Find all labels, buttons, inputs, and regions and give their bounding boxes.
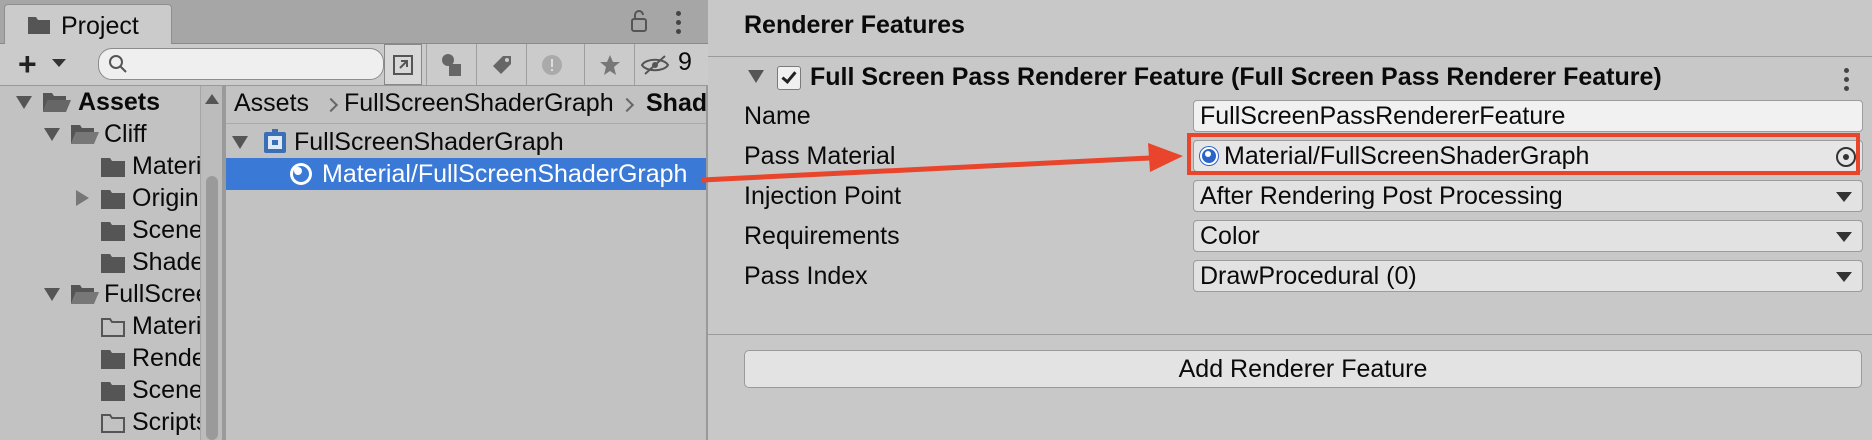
shader-graph-icon: [264, 129, 286, 153]
eye-hidden-icon: [640, 54, 669, 75]
breadcrumb-item[interactable]: FullScreenShaderGraph: [344, 89, 614, 118]
tree-item-label: Renderers: [132, 344, 200, 372]
folder-icon: [101, 190, 125, 209]
project-tab-bar: Project: [0, 0, 708, 44]
folder-open-icon: [43, 93, 71, 112]
folder-icon: [101, 158, 125, 177]
material-icon: [290, 163, 312, 185]
tree-item-label: FullScreen: [104, 280, 200, 308]
empty-folder-icon: [101, 318, 125, 337]
divider: [708, 56, 1872, 57]
requirements-value: Color: [1200, 222, 1260, 250]
asset-list-pane: Assets FullScreenShaderGraph Shad FullSc…: [226, 86, 706, 440]
lock-icon[interactable]: [630, 9, 648, 33]
injection-point-value: After Rendering Post Processing: [1200, 182, 1563, 210]
annotation-highlight-box: [1187, 133, 1860, 175]
folder-icon: [28, 17, 50, 34]
empty-folder-icon: [101, 414, 125, 433]
search-icon: [109, 55, 127, 73]
breadcrumb-item[interactable]: Shad: [646, 89, 706, 118]
chevron-down-icon: [1836, 232, 1852, 242]
asset-label: Material/FullScreenShaderGraph: [322, 160, 688, 188]
tree-scrollbar[interactable]: [200, 86, 222, 440]
star-icon: [599, 54, 620, 75]
checkmark-icon: [781, 68, 797, 84]
injection-point-label: Injection Point: [744, 182, 902, 210]
open-window-icon: [393, 54, 413, 75]
chevron-right-icon: [323, 97, 339, 113]
tree-item-label: Scenes: [132, 216, 200, 244]
add-renderer-feature-button[interactable]: Add Renderer Feature: [744, 350, 1862, 388]
chevron-right-icon: [619, 97, 635, 113]
asset-item-shader-graph[interactable]: FullScreenShaderGraph: [226, 126, 706, 158]
chevron-down-icon: [1836, 272, 1852, 282]
filter-by-type-button[interactable]: [426, 44, 476, 85]
foldout-arrow-icon[interactable]: [748, 70, 764, 83]
folder-icon: [101, 350, 125, 369]
create-dropdown-caret[interactable]: [52, 59, 66, 67]
divider: [708, 334, 1872, 335]
inspector-panel: Renderer Features Full Screen Pass Rende…: [708, 0, 1872, 440]
chevron-down-icon: [1836, 192, 1852, 202]
tag-icon: [492, 55, 511, 74]
feature-enabled-checkbox[interactable]: [777, 66, 801, 90]
feature-header[interactable]: Full Screen Pass Renderer Feature (Full …: [708, 60, 1872, 98]
tree-item-label: Scenes: [132, 376, 200, 404]
folder-tree: Assets Cliff Materials Origin Scenes Sha…: [0, 86, 200, 440]
hidden-packages-button[interactable]: [634, 44, 674, 85]
expand-arrow-icon[interactable]: [44, 288, 60, 301]
kebab-menu-icon[interactable]: [1844, 68, 1850, 95]
requirements-dropdown[interactable]: Color: [1193, 220, 1863, 252]
favorites-button[interactable]: [584, 44, 634, 85]
collapse-arrow-icon[interactable]: [76, 190, 89, 206]
filter-by-label-button[interactable]: [476, 44, 526, 85]
folder-icon: [101, 382, 125, 401]
expand-arrow-icon[interactable]: [16, 96, 32, 109]
project-tab-label: Project: [61, 12, 139, 40]
scroll-up-icon[interactable]: [205, 94, 219, 104]
breadcrumb: Assets FullScreenShaderGraph Shad: [226, 86, 706, 124]
asset-label: FullScreenShaderGraph: [294, 128, 564, 156]
folder-icon: [101, 222, 125, 241]
hidden-packages-count: 9: [678, 48, 692, 76]
breadcrumb-item[interactable]: Assets: [234, 89, 309, 118]
folder-open-icon: [71, 285, 99, 304]
create-plus-icon[interactable]: +: [18, 48, 37, 80]
name-label: Name: [744, 102, 811, 130]
pass-index-label: Pass Index: [744, 262, 868, 290]
section-title: Renderer Features: [744, 11, 965, 39]
folder-icon: [101, 254, 125, 273]
pass-material-label: Pass Material: [744, 142, 896, 170]
feature-title: Full Screen Pass Renderer Feature (Full …: [810, 63, 1662, 91]
tree-item-label: Assets: [78, 88, 160, 116]
tree-item-label: Materials: [132, 312, 200, 340]
tree-item-label: Shaders: [132, 248, 200, 276]
shapes-icon: [441, 53, 461, 76]
project-tab[interactable]: Project: [4, 4, 172, 44]
asset-item-material[interactable]: Material/FullScreenShaderGraph: [226, 158, 706, 190]
filter-by-log-button[interactable]: [526, 44, 576, 85]
expand-arrow-icon[interactable]: [44, 128, 60, 141]
tree-item-label: Materials: [132, 152, 200, 180]
tree-item-label: Origin: [132, 184, 199, 212]
search-input[interactable]: [133, 53, 373, 75]
scroll-thumb[interactable]: [206, 176, 218, 440]
tree-item-label: Cliff: [104, 120, 147, 148]
expand-arrow-icon[interactable]: [232, 136, 248, 149]
kebab-menu-icon[interactable]: [676, 11, 682, 38]
project-window: Project + 9 Assets Cliff Materi Origin S…: [0, 0, 708, 440]
project-toolbar: + 9: [0, 44, 708, 86]
name-value: FullScreenPassRendererFeature: [1200, 102, 1566, 130]
pass-index-dropdown[interactable]: DrawProcedural (0): [1193, 260, 1863, 292]
search-field[interactable]: [98, 48, 384, 80]
pass-index-value: DrawProcedural (0): [1200, 262, 1417, 290]
folder-open-icon: [71, 125, 99, 144]
requirements-label: Requirements: [744, 222, 900, 250]
name-field[interactable]: FullScreenPassRendererFeature: [1193, 100, 1863, 132]
search-by-type-button[interactable]: [384, 44, 422, 85]
tree-item-label: Scripts: [132, 408, 200, 436]
injection-point-dropdown[interactable]: After Rendering Post Processing: [1193, 180, 1863, 212]
warning-icon: [541, 54, 562, 75]
